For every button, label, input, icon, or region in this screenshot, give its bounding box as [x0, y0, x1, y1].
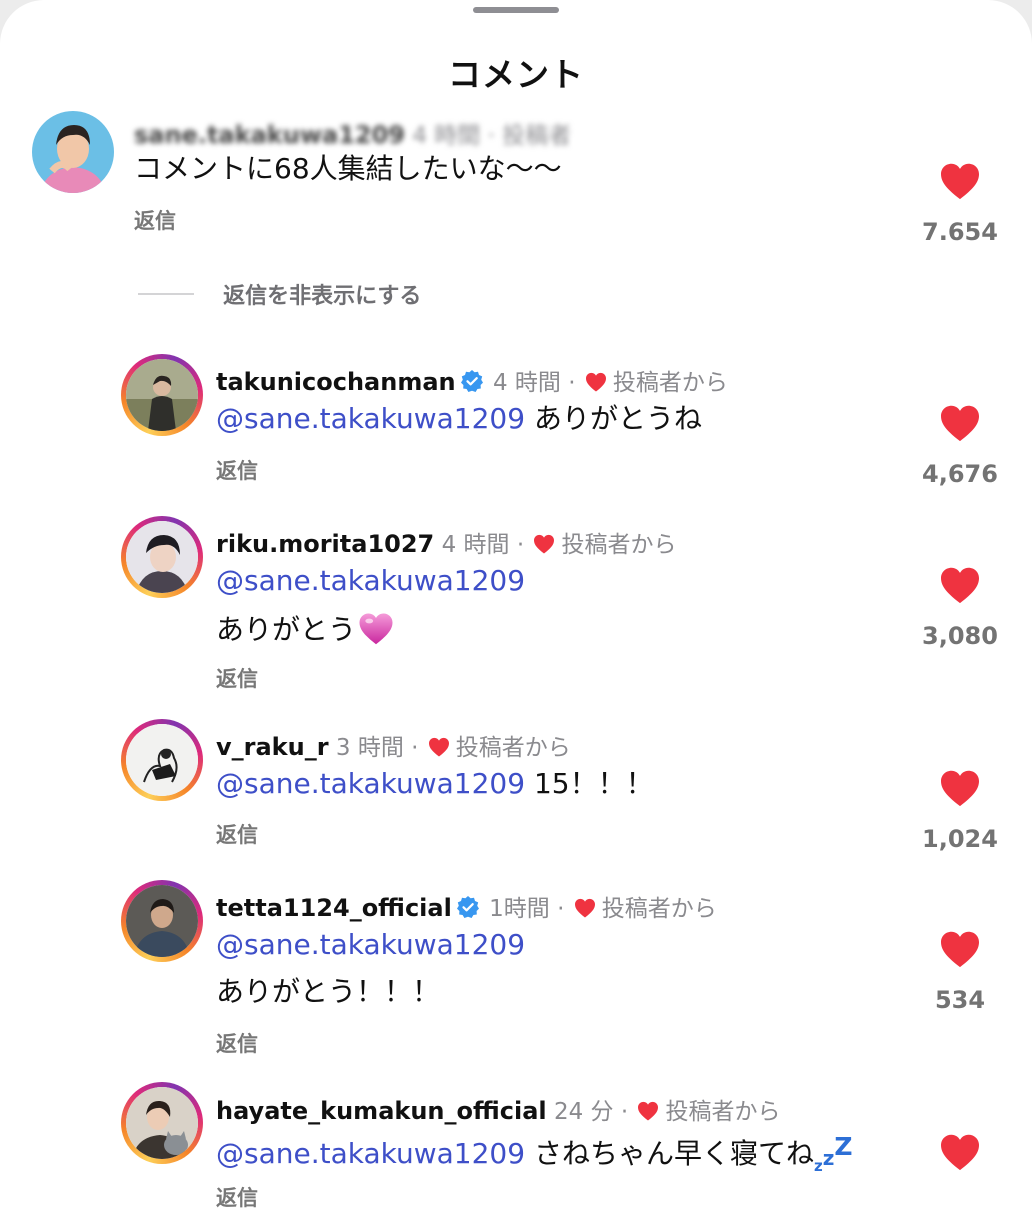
reply-button[interactable]: 返信 [216, 819, 258, 849]
author-badge: 投稿者 [502, 123, 572, 149]
like-button[interactable]: 534 [910, 930, 1010, 1014]
from-author-label: 投稿者から [455, 735, 571, 761]
like-button[interactable] [910, 1133, 1010, 1189]
comment-text: コメントに68人集結したいな〜〜 [134, 152, 562, 185]
reply-time: 3 時間 [335, 735, 404, 761]
heart-icon [574, 898, 595, 918]
from-author-label: 投稿者から [601, 896, 717, 922]
comments-sheet: コメント sane.takakuwa1209 4 時間 · 投稿者 コメントに6… [0, 0, 1032, 1220]
heart-icon [941, 770, 979, 807]
heart-icon [941, 405, 979, 442]
from-author-label: 投稿者から [612, 370, 728, 396]
avatar[interactable] [121, 719, 203, 801]
like-count: 4,676 [922, 460, 998, 488]
reply-meta: hayate_kumakun_official 24 分 · 投稿者から [216, 1097, 781, 1125]
reply-text: ありがとう [216, 612, 394, 646]
reply-text-line: ありがとう [216, 613, 357, 646]
reply-meta: riku.morita1027 4 時間 · 投稿者から [216, 530, 677, 558]
reply-text: @sane.takakuwa1209 15！！！ [216, 767, 654, 800]
like-button[interactable]: 7.654 [910, 162, 1010, 246]
avatar[interactable] [121, 1082, 203, 1164]
heart-icon [941, 567, 979, 604]
like-count: 7.654 [922, 218, 998, 246]
reply-time: 4 時間 [441, 532, 510, 558]
reply-text: ありがとう！！！ [216, 975, 441, 1008]
verified-badge-icon [460, 370, 483, 392]
reply-time: 24 分 [553, 1099, 614, 1125]
heart-icon [941, 1134, 979, 1171]
reply-username[interactable]: tetta1124_official [216, 894, 452, 922]
heart-icon [941, 163, 979, 200]
like-button[interactable]: 1,024 [910, 769, 1010, 853]
heart-icon [534, 534, 555, 554]
hide-replies-label: 返信を非表示にする [223, 284, 422, 309]
sheet-title: コメント [448, 55, 584, 94]
reply-username[interactable]: v_raku_r [216, 733, 329, 761]
reply-button[interactable]: 返信 [216, 1028, 258, 1058]
reply-button[interactable]: 返信 [216, 1182, 258, 1212]
heart-icon [585, 372, 606, 392]
reply-meta: takunicochanman 4 時間 · 投稿者から [216, 368, 728, 396]
comment-time: 4 時間 [412, 123, 481, 149]
avatar[interactable] [121, 516, 203, 598]
like-count: 534 [934, 986, 986, 1014]
comment-meta: sane.takakuwa1209 4 時間 · 投稿者 [134, 121, 572, 149]
zzz-icon: zzZ [813, 1132, 853, 1175]
like-count: 3,080 [922, 622, 998, 650]
hide-replies-button[interactable]: 返信を非表示にする [138, 278, 421, 310]
pink-heart-icon [359, 613, 393, 645]
reply-text-line: さねちゃん早く寝てね [533, 1137, 814, 1170]
avatar[interactable] [121, 880, 203, 962]
divider [138, 293, 194, 295]
reply-text-line: ありがとうね [533, 402, 702, 435]
from-author-label: 投稿者から [561, 532, 677, 558]
reply-text: @sane.takakuwa1209 さねちゃん早く寝てねzzZ [216, 1133, 853, 1175]
reply-meta: tetta1124_official 1時間 · 投稿者から [216, 894, 717, 922]
mention-link[interactable]: @sane.takakuwa1209 [216, 402, 525, 435]
reply-text-line: 15！！！ [533, 767, 654, 800]
comment-username[interactable]: sane.takakuwa1209 [134, 121, 405, 149]
heart-icon [428, 737, 449, 757]
reply-button[interactable]: 返信 [134, 205, 176, 235]
reply-text: @sane.takakuwa1209 ありがとうね [216, 402, 702, 435]
verified-badge-icon [456, 896, 479, 918]
reply-username[interactable]: riku.morita1027 [216, 530, 434, 558]
mention-link[interactable]: @sane.takakuwa1209 [216, 929, 525, 961]
avatar[interactable] [121, 354, 203, 436]
mention-link[interactable]: @sane.takakuwa1209 [216, 1137, 525, 1170]
sheet-grabber[interactable] [473, 7, 559, 13]
mention-link[interactable]: @sane.takakuwa1209 [216, 565, 525, 597]
heart-icon [638, 1101, 659, 1121]
reply-meta: v_raku_r 3 時間 · 投稿者から [216, 733, 571, 761]
reply-username[interactable]: hayate_kumakun_official [216, 1097, 547, 1125]
like-button[interactable]: 3,080 [910, 566, 1010, 650]
heart-icon [941, 931, 979, 968]
like-count: 1,024 [922, 825, 998, 853]
reply-time: 4 時間 [492, 370, 561, 396]
reply-button[interactable]: 返信 [216, 455, 258, 485]
from-author-label: 投稿者から [665, 1099, 781, 1125]
like-button[interactable]: 4,676 [910, 404, 1010, 488]
reply-time: 1時間 [489, 896, 550, 922]
mention-link[interactable]: @sane.takakuwa1209 [216, 767, 525, 800]
reply-username[interactable]: takunicochanman [216, 368, 456, 396]
avatar[interactable] [32, 111, 114, 193]
reply-button[interactable]: 返信 [216, 663, 258, 693]
